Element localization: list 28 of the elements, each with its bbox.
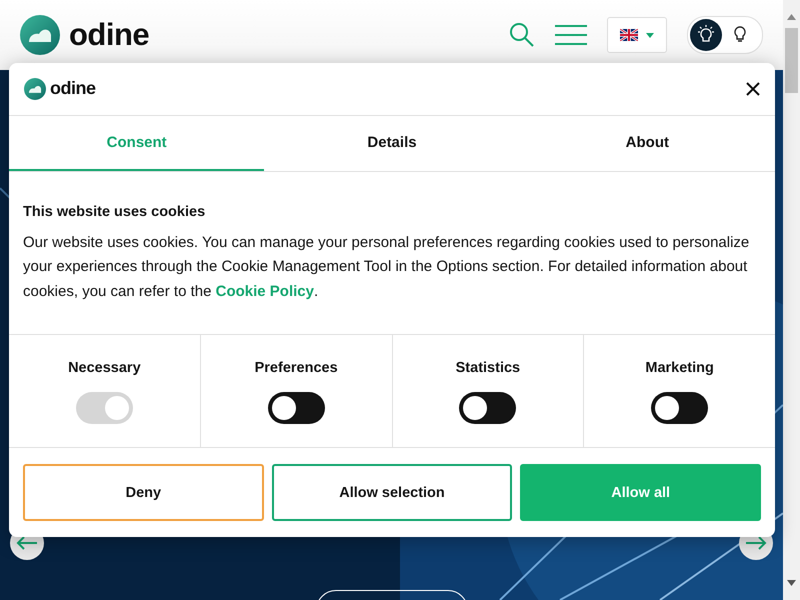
logo-icon	[20, 15, 60, 55]
close-icon[interactable]	[746, 82, 760, 96]
dark-theme-button[interactable]	[690, 19, 722, 51]
brand-name: odine	[50, 78, 96, 100]
dialog-text: Our website uses cookies. You can manage your personal preferences regarding cookies used to personalize your experiences through the Cookie Management Tool in the Options section. For detailed information about cookies, you can refer to the Cookie Policy.	[23, 232, 750, 302]
category-label: Necessary	[68, 360, 141, 376]
category-label: Marketing	[645, 360, 714, 376]
category-label: Preferences	[254, 360, 338, 376]
flag-icon	[620, 29, 638, 41]
caret-icon	[646, 32, 654, 38]
allow-selection-button[interactable]: Allow selection	[272, 464, 512, 521]
arrow-left-icon	[16, 536, 38, 550]
dialog-tab[interactable]: Details	[264, 116, 520, 171]
toggle-switch[interactable]	[268, 392, 325, 424]
category-label: Statistics	[456, 360, 520, 376]
logo-icon	[24, 78, 46, 100]
language-selector[interactable]	[607, 17, 667, 53]
toggle-switch[interactable]	[459, 392, 516, 424]
deny-button[interactable]: Deny	[23, 464, 264, 521]
toggle-switch[interactable]	[651, 392, 708, 424]
brand-name: odine	[69, 17, 150, 53]
dialog-tab[interactable]: About	[520, 116, 775, 171]
dialog-heading: This website uses cookies	[23, 204, 206, 220]
menu-icon[interactable]	[555, 24, 587, 46]
scrollbar[interactable]	[783, 0, 800, 600]
arrow-right-icon	[745, 536, 767, 550]
lightbulb-icon	[733, 26, 747, 44]
search-icon[interactable]	[509, 22, 535, 48]
